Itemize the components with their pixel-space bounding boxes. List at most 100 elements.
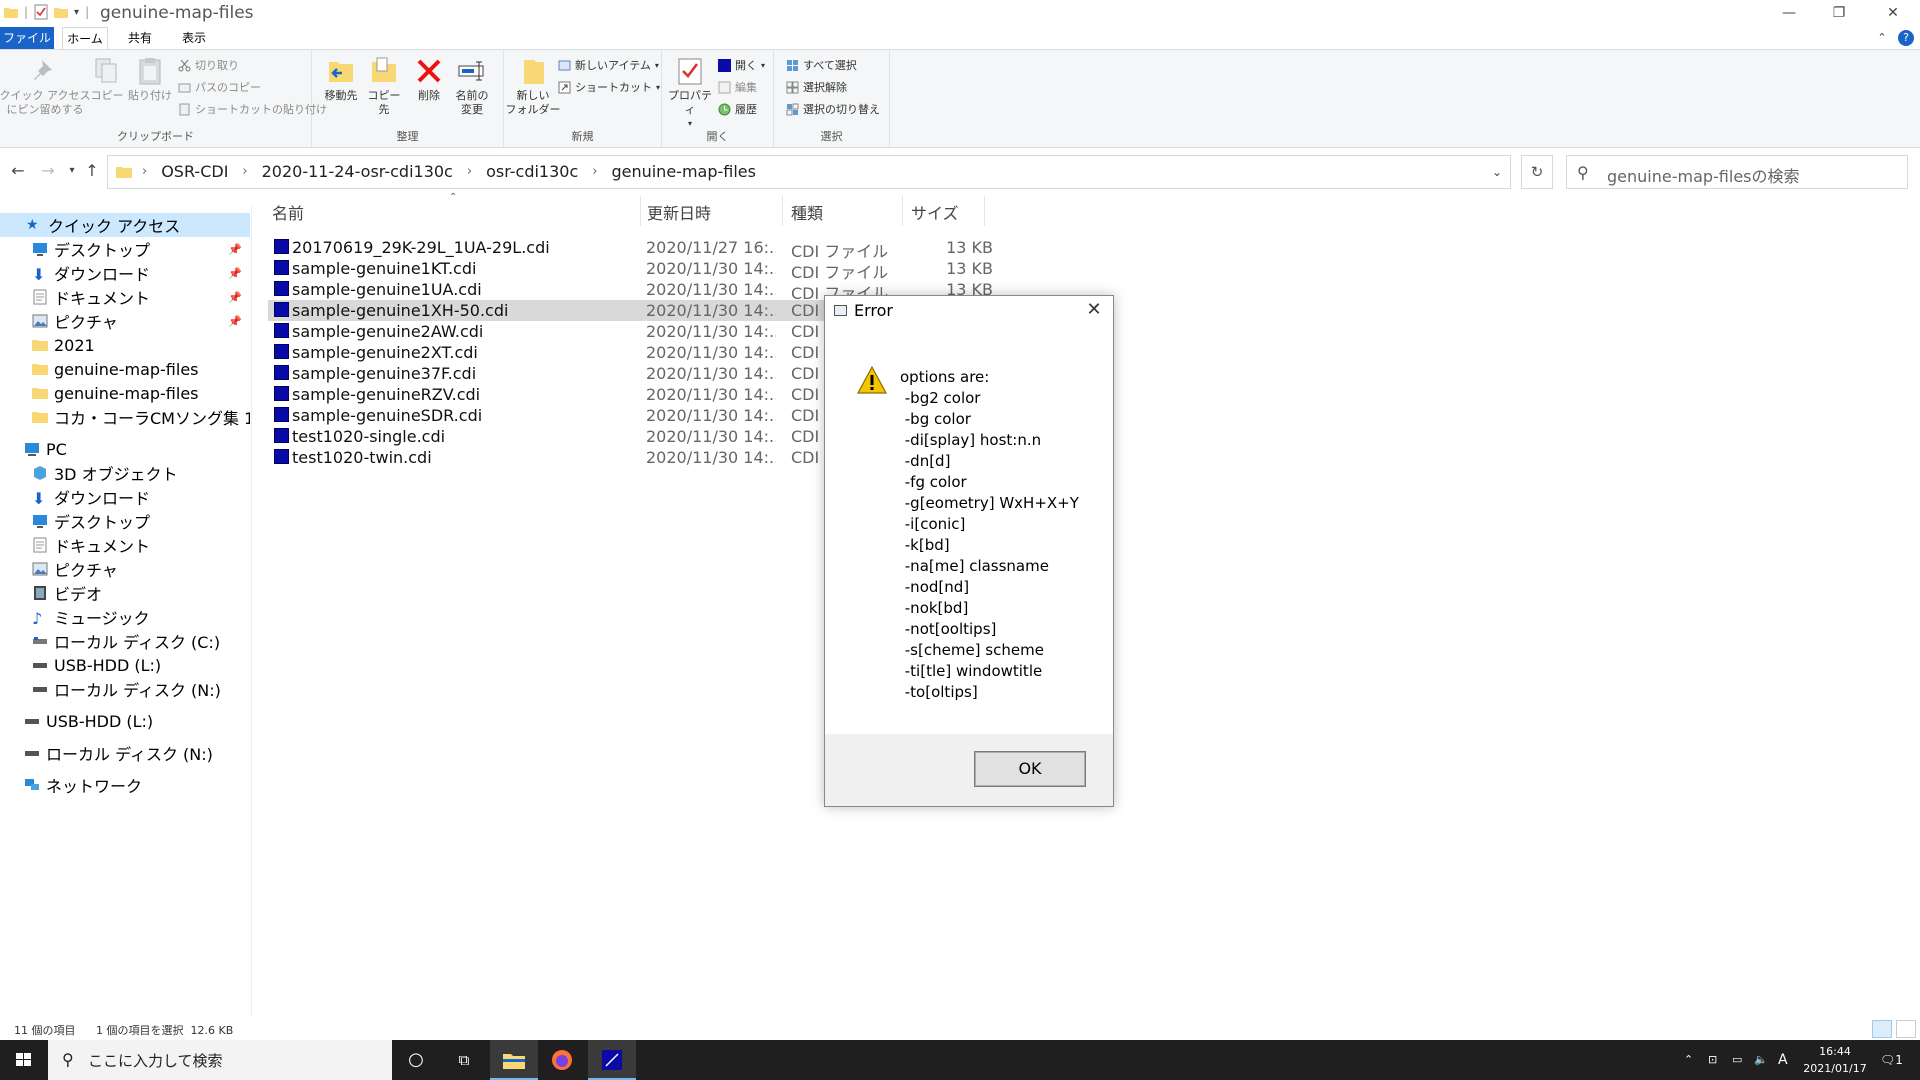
delete-button[interactable]: 削除 [414,56,444,103]
tab-file[interactable]: ファイル [0,27,54,49]
minimize-button[interactable]: — [1762,0,1816,26]
nav-pc-pictures[interactable]: ピクチャ [0,557,250,581]
tab-home[interactable]: ホーム [62,27,108,49]
dialog-close-button[interactable]: ✕ [1083,299,1105,320]
nav-network[interactable]: ネットワーク [0,773,250,797]
cdi-file-icon [274,260,289,275]
properties-button[interactable]: プロパティ ▾ [666,56,714,131]
select-all-button[interactable]: すべて選択 [786,56,857,74]
copy-to-button[interactable]: コピー先 [364,56,404,117]
maximize-button[interactable]: ❐ [1812,0,1866,26]
customize-qat-icon[interactable]: ▾ [74,7,79,18]
cut-button[interactable]: 切り取り [178,56,239,74]
nav-pc-downloads[interactable]: ⬇ ダウンロード [0,485,250,509]
tab-share[interactable]: 共有 [118,27,162,49]
open-button[interactable]: 開く ▾ [718,56,765,74]
new-folder-button[interactable]: 新しい フォルダー [506,56,561,117]
invert-selection-button[interactable]: 選択の切り替え [786,100,880,118]
nav-desktop[interactable]: デスクトップ 📌 [0,237,250,261]
collapse-ribbon-icon[interactable]: ⌃ [1874,30,1890,46]
copy-path-button[interactable]: パスのコピー [178,78,261,96]
paste-button[interactable]: 貼り付け [128,56,172,103]
back-arrow-icon[interactable]: ← [8,161,28,180]
pc-icon [24,441,40,457]
new-item-button[interactable]: 新しいアイテム ▾ [558,56,659,74]
nav-downloads[interactable]: ⬇ ダウンロード 📌 [0,261,250,285]
recent-locations-icon[interactable]: ▾ [62,165,82,176]
nav-folder-2021[interactable]: 2021 [0,333,250,357]
up-arrow-icon[interactable]: ↑ [82,161,102,180]
details-view-icon[interactable] [1872,1020,1892,1038]
volume-icon[interactable]: 🔈 [1754,1040,1768,1080]
paste-shortcut-button[interactable]: ショートカットの貼り付け [178,100,327,118]
nav-pc[interactable]: PC [0,437,250,461]
nav-documents[interactable]: ドキュメント 📌 [0,285,250,309]
nav-quick-access[interactable]: ★ クイック アクセス [0,213,250,237]
breadcrumb-item[interactable]: 2020-11-24-osr-cdi130c [262,162,453,181]
clock[interactable]: 16:44 2021/01/17 [1790,1043,1880,1077]
forward-arrow-icon[interactable]: → [38,161,58,180]
move-to-button[interactable]: 移動先 [322,56,360,103]
cortana-icon[interactable]: ○ [392,1040,440,1080]
pin-quick-access-button[interactable]: クイック アクセス にピン留めする [0,56,90,117]
tab-view[interactable]: 表示 [172,27,216,49]
breadcrumb-item[interactable]: osr-cdi130c [486,162,578,181]
easy-access-button[interactable]: ショートカット ▾ [558,78,660,96]
nav-local-disk-n-root[interactable]: ローカル ディスク (N:) [0,741,250,765]
nav-folder-genuine-map-files-2[interactable]: genuine-map-files [0,381,250,405]
nav-pc-documents[interactable]: ドキュメント [0,533,250,557]
network-tray-icon[interactable]: ▭ [1732,1040,1742,1080]
pin-icon[interactable]: 📌 [228,267,242,280]
nav-videos[interactable]: ビデオ [0,581,250,605]
device-icon[interactable]: ⊡ [1708,1040,1717,1080]
nav-usb-hdd-root[interactable]: USB-HDD (L:) [0,709,250,733]
nav-pictures[interactable]: ピクチャ 📌 [0,309,250,333]
column-header-size[interactable]: サイズ [911,200,959,226]
large-icons-view-icon[interactable] [1896,1020,1916,1038]
search-box[interactable]: ⚲ genuine-map-filesの検索 [1566,155,1908,189]
ime-indicator[interactable]: A [1778,1040,1788,1080]
nav-3d-objects[interactable]: 3D オブジェクト [0,461,250,485]
notifications-icon[interactable]: 🗨1 [1880,1040,1903,1080]
edit-button[interactable]: 編集 [718,78,757,96]
breadcrumb-item[interactable]: OSR-CDI [161,162,228,181]
taskbar-search[interactable]: ⚲ ここに入力して検索 [48,1040,392,1080]
copy-button[interactable]: コピー [90,56,124,103]
new-folder-quick-icon[interactable] [54,4,69,20]
delete-x-icon [414,56,444,86]
task-view-icon[interactable]: ⧉ [440,1040,488,1080]
nav-music[interactable]: ♪ ミュージック [0,605,250,629]
properties-quick-icon[interactable] [34,4,48,20]
firefox-icon[interactable] [538,1040,586,1080]
cdi-app-icon[interactable] [588,1040,636,1080]
history-button[interactable]: 履歴 [718,100,757,118]
show-hidden-icons[interactable]: ⌃ [1684,1040,1693,1080]
column-header-name[interactable]: 名前 [272,200,304,226]
file-row[interactable]: 20170619_29K-29L_1UA-29L.cdi 2020/11/27 … [268,237,993,261]
address-dropdown-icon[interactable]: ⌄ [1492,165,1502,179]
close-button[interactable]: ✕ [1866,0,1920,26]
nav-pc-desktop[interactable]: デスクトップ [0,509,250,533]
help-icon[interactable]: ? [1898,30,1914,46]
refresh-icon[interactable]: ↻ [1521,155,1553,189]
column-header-date[interactable]: 更新日時 [647,200,711,226]
pin-icon[interactable]: 📌 [228,243,242,256]
nav-local-disk-n[interactable]: ローカル ディスク (N:) [0,677,250,701]
taskbar-search-input[interactable]: ここに入力して検索 [88,1050,223,1071]
start-button[interactable] [0,1040,48,1080]
breadcrumb-item[interactable]: genuine-map-files [611,162,756,181]
select-none-button[interactable]: 選択解除 [786,78,847,96]
pin-icon[interactable]: 📌 [228,291,242,304]
nav-local-disk-c[interactable]: ローカル ディスク (C:) [0,629,250,653]
pin-icon[interactable]: 📌 [228,315,242,328]
rename-button[interactable]: 名前の 変更 [452,56,492,117]
file-row[interactable]: sample-genuine1KT.cdi 2020/11/30 14:... … [268,258,993,282]
search-input[interactable]: genuine-map-filesの検索 [1607,163,1800,187]
column-header-type[interactable]: 種類 [791,200,823,226]
nav-folder-coca-cola[interactable]: コカ・コーラCMソング集 1962- [0,405,250,429]
nav-folder-genuine-map-files[interactable]: genuine-map-files [0,357,250,381]
nav-usb-hdd-l[interactable]: USB-HDD (L:) [0,653,250,677]
address-bar[interactable]: › OSR-CDI › 2020-11-24-osr-cdi130c › osr… [107,155,1511,189]
ok-button[interactable]: OK [974,751,1086,787]
file-explorer-icon[interactable] [490,1040,538,1080]
